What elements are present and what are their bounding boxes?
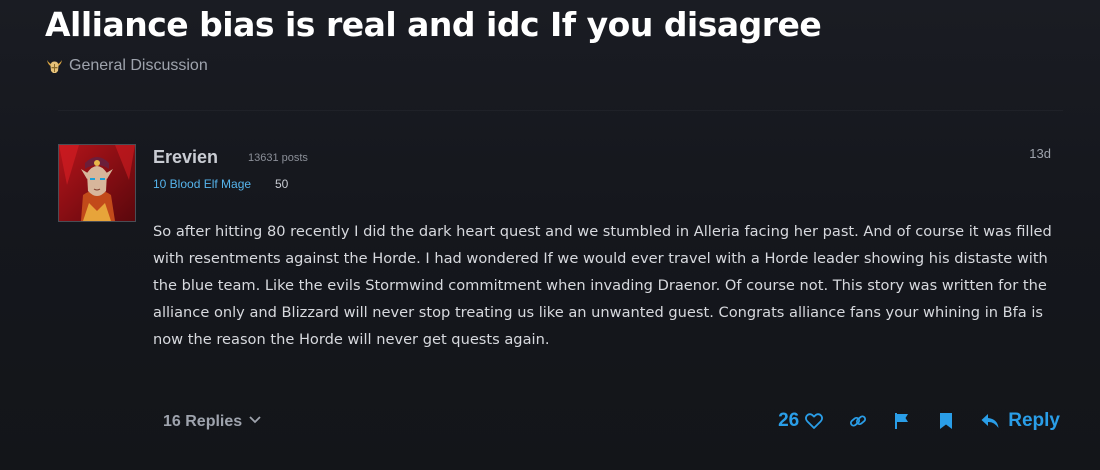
category-link[interactable]: General Discussion — [46, 57, 208, 75]
reply-arrow-icon — [980, 411, 1000, 431]
share-button[interactable] — [848, 411, 868, 431]
post-actions: 26 Reply — [778, 410, 1063, 432]
horned-helmet-icon — [46, 58, 63, 75]
like-count: 26 — [778, 410, 800, 431]
topic-title[interactable]: Alliance bias is real and idc If you dis… — [45, 5, 822, 44]
post-count: 13631 posts — [248, 152, 308, 164]
post-body: So after hitting 80 recently I did the d… — [153, 223, 1052, 348]
character-info[interactable]: 10 Blood Elf Mage — [153, 177, 251, 191]
flag-button[interactable] — [892, 411, 912, 431]
post-date[interactable]: 13d — [1029, 146, 1051, 161]
like-button[interactable]: 26 — [778, 410, 824, 432]
chevron-down-icon — [248, 412, 262, 431]
username[interactable]: Erevien — [153, 147, 218, 168]
reply-button[interactable]: Reply — [980, 410, 1060, 432]
post: Erevien 13631 posts 10 Blood Elf Mage 50… — [58, 140, 1063, 440]
bookmark-icon — [936, 411, 956, 431]
heart-icon — [804, 411, 824, 431]
avatar[interactable] — [58, 144, 136, 222]
category-label: General Discussion — [69, 57, 208, 74]
reply-label: Reply — [1008, 410, 1060, 431]
link-icon — [848, 411, 868, 431]
replies-label: 16 Replies — [163, 412, 243, 430]
flag-icon — [892, 411, 912, 431]
item-level: 50 — [275, 177, 289, 191]
bookmark-button[interactable] — [936, 411, 956, 431]
replies-toggle[interactable]: 16 Replies — [163, 412, 262, 431]
divider — [58, 110, 1063, 111]
